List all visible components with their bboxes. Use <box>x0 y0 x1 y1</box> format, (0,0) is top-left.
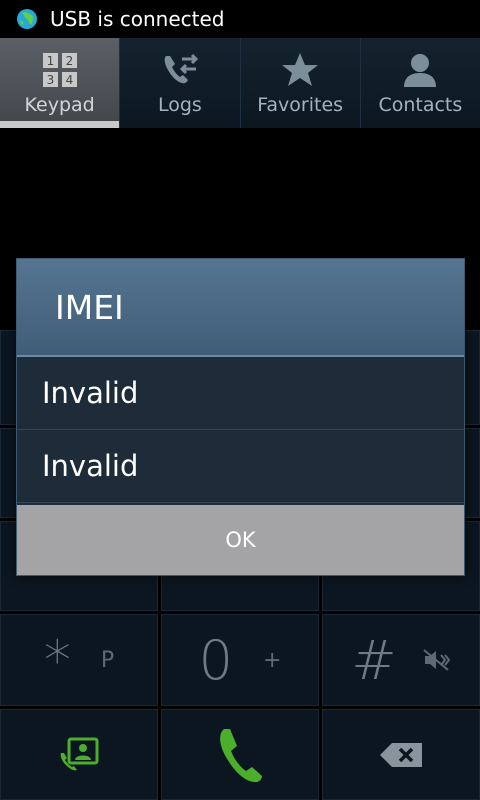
phone-call-icon <box>220 728 262 782</box>
key-0[interactable]: 0 + <box>161 614 319 706</box>
ok-button[interactable]: OK <box>17 505 464 575</box>
key-star-sub: P <box>100 647 115 673</box>
keypad-icon: 1 2 3 4 <box>42 53 77 87</box>
tab-label-logs: Logs <box>157 94 202 116</box>
star-icon <box>282 53 319 86</box>
tab-label-favorites: Favorites <box>257 94 344 116</box>
mute-vibrate-icon <box>422 649 450 671</box>
imei-dialog: IMEI Invalid Invalid OK <box>16 258 465 576</box>
key-0-sub: + <box>262 647 282 673</box>
tab-contacts[interactable]: Contacts <box>360 38 480 128</box>
tab-favorites[interactable]: Favorites <box>240 38 361 128</box>
dialog-row-2: Invalid <box>17 430 464 503</box>
key-star-main: * <box>43 628 71 692</box>
svg-text:1: 1 <box>46 54 54 68</box>
usb-globe-icon <box>17 9 37 29</box>
tab-logs[interactable]: Logs <box>120 38 241 128</box>
dialog-row-1: Invalid <box>17 357 464 430</box>
dialog-title: IMEI <box>55 287 124 327</box>
dialer-tabs: 1 2 3 4 Keypad Logs Favorites Contacts <box>0 38 480 128</box>
imei-value-2: Invalid <box>42 449 139 483</box>
key-hash[interactable]: # <box>322 614 480 706</box>
person-icon <box>404 54 437 87</box>
tab-keypad[interactable]: 1 2 3 4 Keypad <box>0 38 121 128</box>
key-star[interactable]: * P <box>0 614 158 706</box>
video-call-button[interactable] <box>0 709 158 800</box>
backspace-icon <box>380 742 422 767</box>
key-hash-main: # <box>351 628 397 692</box>
svg-text:4: 4 <box>65 73 73 87</box>
call-logs-icon <box>164 53 198 84</box>
tab-label-keypad: Keypad <box>24 94 95 116</box>
svg-text:2: 2 <box>65 54 73 68</box>
screen: USB is connected 1 2 3 4 Keypad Logs Fav… <box>0 0 480 800</box>
video-call-icon <box>60 737 99 770</box>
imei-value-1: Invalid <box>42 376 139 410</box>
tab-label-contacts: Contacts <box>378 94 463 116</box>
key-0-main: 0 <box>198 628 233 692</box>
call-button[interactable] <box>161 709 319 800</box>
svg-text:3: 3 <box>46 73 54 87</box>
backspace-button[interactable] <box>322 709 480 800</box>
status-text: USB is connected <box>50 7 225 31</box>
status-bar: USB is connected <box>0 0 480 38</box>
dialog-title-bar: IMEI <box>17 259 464 357</box>
